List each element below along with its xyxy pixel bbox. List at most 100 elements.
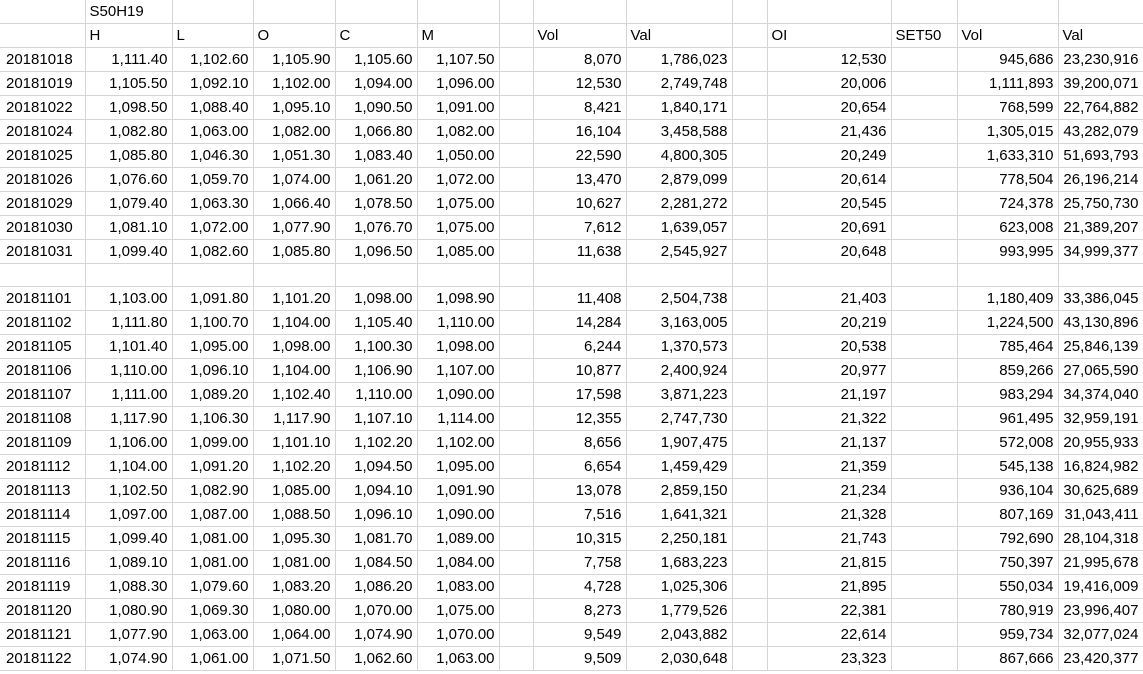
column-header[interactable]: L (172, 23, 254, 48)
empty-cell[interactable] (499, 550, 534, 575)
value-cell[interactable]: 1,082.00 (417, 119, 500, 144)
value-cell[interactable]: 2,504,738 (626, 286, 733, 311)
value-cell[interactable]: 1,084.00 (417, 550, 500, 575)
value-cell[interactable]: 1,085.00 (253, 478, 336, 503)
column-header[interactable]: Vol (533, 23, 627, 48)
empty-cell[interactable] (499, 215, 534, 240)
value-cell[interactable]: 4,728 (533, 574, 627, 599)
empty-cell[interactable] (891, 526, 958, 551)
empty-cell[interactable] (499, 622, 534, 647)
value-cell[interactable]: 1,089.10 (85, 550, 173, 575)
empty-cell[interactable] (626, 0, 733, 24)
value-cell[interactable]: 1,098.00 (253, 334, 336, 359)
value-cell[interactable]: 2,879,099 (626, 167, 733, 192)
value-cell[interactable]: 39,200,071 (1058, 71, 1143, 96)
value-cell[interactable]: 20,977 (767, 358, 892, 383)
value-cell[interactable]: 6,654 (533, 454, 627, 479)
value-cell[interactable]: 1,069.30 (172, 598, 254, 623)
value-cell[interactable]: 20,654 (767, 95, 892, 120)
value-cell[interactable]: 21,234 (767, 478, 892, 503)
empty-cell[interactable] (499, 71, 534, 96)
empty-cell[interactable] (0, 263, 86, 287)
value-cell[interactable]: 792,690 (957, 526, 1059, 551)
value-cell[interactable]: 1,110.00 (417, 310, 500, 335)
value-cell[interactable]: 1,114.00 (417, 406, 500, 431)
empty-cell[interactable] (891, 382, 958, 407)
value-cell[interactable]: 785,464 (957, 334, 1059, 359)
value-cell[interactable]: 1,111.00 (85, 382, 173, 407)
value-cell[interactable]: 9,509 (533, 646, 627, 671)
value-cell[interactable]: 1,076.70 (335, 215, 418, 240)
value-cell[interactable]: 1,085.00 (417, 239, 500, 264)
value-cell[interactable]: 1,089.00 (417, 526, 500, 551)
empty-cell[interactable] (891, 574, 958, 599)
value-cell[interactable]: 1,102.20 (253, 454, 336, 479)
empty-cell[interactable] (891, 0, 958, 24)
value-cell[interactable]: 1,063.30 (172, 191, 254, 216)
value-cell[interactable]: 11,638 (533, 239, 627, 264)
value-cell[interactable]: 1,096.10 (335, 502, 418, 527)
empty-cell[interactable] (732, 167, 768, 192)
value-cell[interactable]: 867,666 (957, 646, 1059, 671)
value-cell[interactable]: 1,061.20 (335, 167, 418, 192)
empty-cell[interactable] (732, 310, 768, 335)
value-cell[interactable]: 1,111,893 (957, 71, 1059, 96)
value-cell[interactable]: 1,102.50 (85, 478, 173, 503)
value-cell[interactable]: 1,064.00 (253, 622, 336, 647)
value-cell[interactable]: 1,104.00 (253, 310, 336, 335)
empty-cell[interactable] (891, 454, 958, 479)
empty-cell[interactable] (891, 502, 958, 527)
date-cell[interactable]: 20181107 (0, 382, 86, 407)
value-cell[interactable]: 20,219 (767, 310, 892, 335)
value-cell[interactable]: 21,403 (767, 286, 892, 311)
value-cell[interactable]: 623,008 (957, 215, 1059, 240)
value-cell[interactable]: 1,078.50 (335, 191, 418, 216)
empty-cell[interactable] (732, 119, 768, 144)
empty-cell[interactable] (499, 574, 534, 599)
empty-cell[interactable] (891, 167, 958, 192)
value-cell[interactable]: 1,075.00 (417, 215, 500, 240)
value-cell[interactable]: 1,075.00 (417, 191, 500, 216)
value-cell[interactable]: 3,163,005 (626, 310, 733, 335)
date-cell[interactable]: 20181119 (0, 574, 86, 599)
column-header[interactable]: Vol (957, 23, 1059, 48)
value-cell[interactable]: 1,090.00 (417, 382, 500, 407)
value-cell[interactable]: 1,106.30 (172, 406, 254, 431)
value-cell[interactable]: 1,095.00 (172, 334, 254, 359)
date-cell[interactable]: 20181122 (0, 646, 86, 671)
empty-cell[interactable] (499, 310, 534, 335)
value-cell[interactable]: 6,244 (533, 334, 627, 359)
value-cell[interactable]: 1,099.00 (172, 430, 254, 455)
value-cell[interactable]: 22,590 (533, 143, 627, 168)
empty-cell[interactable] (732, 574, 768, 599)
date-cell[interactable]: 20181029 (0, 191, 86, 216)
value-cell[interactable]: 3,871,223 (626, 382, 733, 407)
date-cell[interactable]: 20181030 (0, 215, 86, 240)
value-cell[interactable]: 13,470 (533, 167, 627, 192)
empty-cell[interactable] (891, 239, 958, 264)
value-cell[interactable]: 1,074.90 (335, 622, 418, 647)
empty-cell[interactable] (499, 478, 534, 503)
empty-cell[interactable] (533, 263, 627, 287)
value-cell[interactable]: 23,230,916 (1058, 47, 1143, 72)
empty-cell[interactable] (891, 430, 958, 455)
empty-cell[interactable] (732, 47, 768, 72)
value-cell[interactable]: 16,824,982 (1058, 454, 1143, 479)
empty-cell[interactable] (499, 23, 534, 48)
value-cell[interactable]: 21,328 (767, 502, 892, 527)
value-cell[interactable]: 1,105.60 (335, 47, 418, 72)
date-cell[interactable]: 20181114 (0, 502, 86, 527)
column-header[interactable]: H (85, 23, 173, 48)
column-header[interactable]: M (417, 23, 500, 48)
value-cell[interactable]: 1,063.00 (172, 622, 254, 647)
empty-cell[interactable] (732, 263, 768, 287)
empty-cell[interactable] (891, 622, 958, 647)
empty-cell[interactable] (499, 598, 534, 623)
value-cell[interactable]: 1,101.20 (253, 286, 336, 311)
value-cell[interactable]: 20,006 (767, 71, 892, 96)
empty-cell[interactable] (732, 71, 768, 96)
value-cell[interactable]: 1,082.60 (172, 239, 254, 264)
value-cell[interactable]: 1,066.40 (253, 191, 336, 216)
value-cell[interactable]: 1,117.90 (253, 406, 336, 431)
value-cell[interactable]: 983,294 (957, 382, 1059, 407)
